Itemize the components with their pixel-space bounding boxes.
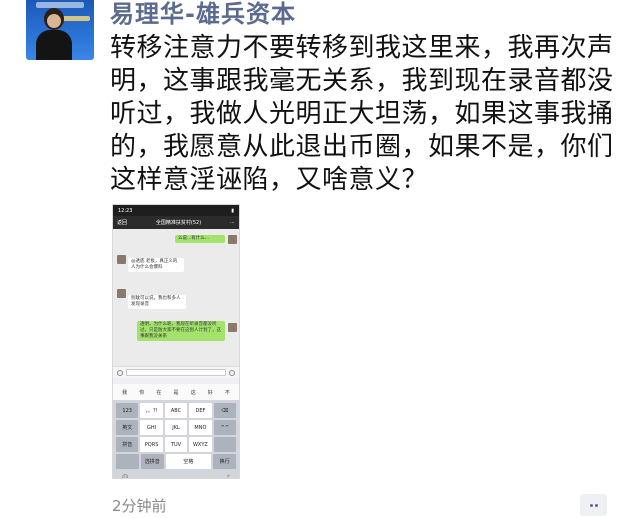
chat-avatar	[228, 235, 237, 244]
candidate-word: 是	[173, 389, 179, 396]
keyboard-key: 123	[116, 403, 139, 418]
comment-button[interactable]	[580, 494, 607, 516]
candidate-word: 在	[156, 389, 162, 396]
keyboard-key: ^^	[213, 420, 237, 435]
chat-input-bar	[113, 366, 239, 378]
chat-message: @透底 老板，真正义的人为什么会爆料	[128, 258, 184, 272]
keyboard-key: 换行	[213, 454, 236, 469]
keyboard-bottom-row: ☺ ♪	[116, 471, 236, 479]
keyboard-key: WXYZ	[189, 437, 212, 452]
voice-icon	[117, 369, 123, 376]
chat-input-field	[126, 369, 226, 376]
emoji-icon	[229, 369, 235, 376]
chat-avatar	[117, 255, 126, 264]
keyboard-key	[116, 454, 139, 469]
keyboard-key: MNO	[189, 420, 212, 435]
candidate-word: 我	[122, 389, 128, 396]
keyboard-key	[213, 437, 237, 452]
phone-status-bar: 12:23 ▮	[113, 205, 239, 216]
phone-status-time: 12:23	[118, 207, 133, 214]
post-image[interactable]: 12:23 ▮ 返回 全国精准扶贫村(52) ⋯ 么说...有什么... @透底…	[112, 204, 240, 479]
keyboard-key: DEF	[189, 403, 212, 418]
microphone-icon: ♪	[226, 474, 230, 479]
candidate-word: 不	[224, 389, 230, 396]
keyboard: 123 ，。?! ABC DEF ⌫ 英文 GHI JKL MNO ^^ 拼音 …	[113, 400, 239, 479]
keyboard-key: 选拼音	[140, 454, 164, 469]
keyboard-key: ⌫	[213, 403, 237, 418]
keyboard-key: ，。?!	[140, 403, 163, 418]
group-title: 全国精准扶贫村(52)	[155, 220, 202, 226]
keyboard-key: ABC	[164, 403, 188, 418]
post-time: 2分钟前	[112, 497, 167, 515]
avatar-banner-accent	[60, 16, 90, 21]
keyboard-key: 英文	[116, 420, 139, 435]
author-name[interactable]: 易理华-雄兵资本	[110, 0, 296, 29]
candidate-word: 好	[207, 389, 213, 396]
keyboard-key: 拼音	[116, 437, 139, 452]
avatar-person-face	[47, 14, 61, 28]
chat-area: 么说...有什么... @透底 老板，真正义的人为什么会爆料 别耽可以说，我也和…	[113, 229, 239, 366]
chat-nav-bar: 返回 全国精准扶贫村(52) ⋯	[113, 216, 239, 229]
keyboard-key: TUV	[164, 437, 188, 452]
comment-dot	[594, 503, 598, 507]
battery-icon: ▮	[231, 207, 234, 214]
chat-message: 透明，为什么呢，我现在听录音都没听过，只是防大家不要在这别人计划了，这事跟我没关…	[137, 321, 225, 341]
back-label: 返回	[117, 220, 128, 226]
comment-dot	[589, 503, 593, 507]
candidate-word: 这	[190, 389, 196, 396]
keyboard-key: PQRS	[140, 437, 163, 452]
avatar-banner	[36, 2, 84, 8]
keyboard-key: 空格	[165, 454, 212, 469]
author-avatar[interactable]	[26, 0, 94, 60]
keyboard-key: GHI	[140, 420, 163, 435]
candidate-bar: 我 你 在 是 这 好 不	[113, 384, 239, 400]
keyboard-key: JKL	[164, 420, 188, 435]
chat-avatar	[228, 323, 237, 332]
post-text: 转移注意力不要转移到我这里来，我再次声明，这事跟我毫无关系，我到现在录音都没听过…	[110, 33, 614, 195]
chat-message: 么说...有什么...	[175, 235, 225, 243]
avatar-person-body	[36, 30, 72, 60]
chat-message: 别耽可以说，我也和多人发现录音	[128, 295, 186, 309]
chat-avatar	[117, 289, 126, 298]
group-info-icon: ⋯	[230, 219, 235, 226]
emoji-key-icon: ☺	[122, 474, 129, 479]
candidate-word: 你	[139, 389, 145, 396]
